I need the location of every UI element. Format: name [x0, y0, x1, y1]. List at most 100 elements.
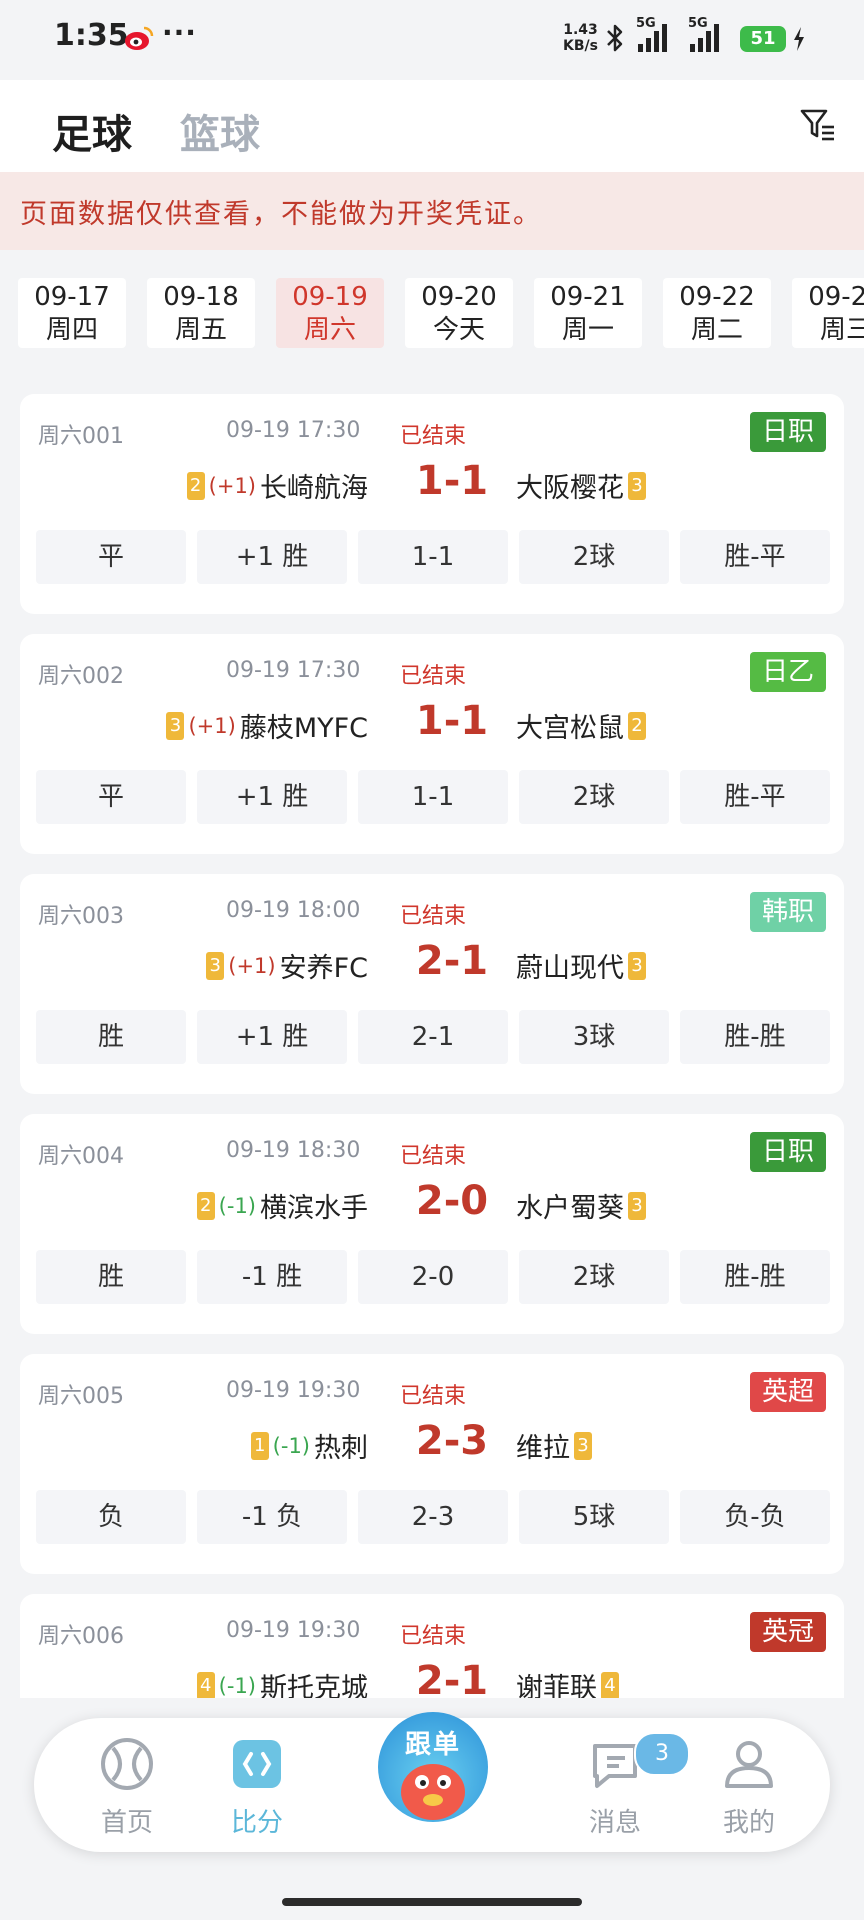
- match-status: 已结束: [400, 424, 467, 449]
- bottom-navigation: 首页 比分 跟单 消息 3 我的: [34, 1712, 830, 1852]
- date-tab-0918[interactable]: 09-18 周五: [147, 278, 255, 348]
- result-cells: 胜 +1 胜 2-1 3球 胜-胜: [36, 1010, 830, 1064]
- day-label: 周二: [690, 315, 743, 345]
- match-score: 1-1: [415, 698, 489, 744]
- away-team: 水户蜀葵 3: [516, 1186, 650, 1225]
- nav-profile[interactable]: 我的: [694, 1736, 804, 1839]
- result-cell: 2-1: [358, 1010, 508, 1064]
- match-time: 09-19 18:30: [226, 1138, 361, 1163]
- result-cell: 2-0: [358, 1250, 508, 1304]
- match-status: 已结束: [400, 664, 467, 689]
- home-rank: 3: [206, 951, 225, 980]
- date-tab-0917[interactable]: 09-17 周四: [18, 278, 126, 348]
- date-label: 09-17: [34, 282, 110, 312]
- match-code: 周六002: [38, 664, 124, 689]
- charging-icon: [794, 27, 804, 51]
- result-cell: 胜-平: [680, 770, 830, 824]
- result-cell: 负: [36, 1490, 186, 1544]
- result-cells: 胜 -1 胜 2-0 2球 胜-胜: [36, 1250, 830, 1304]
- date-label: 09-23: [808, 282, 864, 312]
- follow-button[interactable]: 跟单: [378, 1712, 488, 1822]
- net-speed-unit: KB/s: [563, 38, 598, 54]
- home-rank: 2: [196, 1191, 215, 1220]
- match-code: 周六006: [38, 1624, 124, 1649]
- nav-score[interactable]: 比分: [202, 1736, 312, 1839]
- home-team: 4 (-1) 斯托克城: [193, 1666, 368, 1698]
- weibo-icon: [125, 26, 154, 50]
- status-time: 1:35: [54, 18, 129, 53]
- result-cell: 2-3: [358, 1490, 508, 1544]
- away-team: 大宫松鼠 2: [516, 706, 650, 745]
- result-cell: 胜-胜: [680, 1010, 830, 1064]
- home-indicator[interactable]: [282, 1898, 582, 1906]
- away-team: 维拉 3: [516, 1426, 596, 1465]
- away-rank: 3: [628, 471, 646, 500]
- nav-profile-label: 我的: [722, 1808, 775, 1838]
- nav-home[interactable]: 首页: [72, 1736, 182, 1839]
- nav-score-label: 比分: [230, 1808, 283, 1838]
- away-rank: 3: [574, 1431, 592, 1460]
- match-time: 09-19 18:00: [226, 898, 361, 923]
- date-label: 09-22: [679, 282, 755, 312]
- date-label: 09-20: [421, 282, 497, 312]
- home-rank: 4: [196, 1671, 215, 1698]
- more-dots: ···: [162, 16, 197, 49]
- result-cell: +1 胜: [197, 770, 347, 824]
- away-team-name: 水户蜀葵: [516, 1193, 624, 1224]
- home-team: 2 (-1) 横滨水手: [193, 1186, 368, 1225]
- date-tab-0921[interactable]: 09-21 周一: [534, 278, 642, 348]
- handicap: (-1): [218, 1673, 256, 1698]
- match-score: 2-1: [415, 1658, 489, 1698]
- date-tab-0923[interactable]: 09-23 周三: [792, 278, 864, 348]
- home-team-name: 斯托克城: [260, 1673, 368, 1698]
- score-icon: [233, 1740, 281, 1788]
- result-cells: 平 +1 胜 1-1 2球 胜-平: [36, 530, 830, 584]
- date-label: 09-21: [550, 282, 626, 312]
- away-team: 大阪樱花 3: [516, 466, 650, 505]
- match-card[interactable]: 周六001 09-19 17:30 已结束 日职 2 (+1) 长崎航海 1-1…: [20, 394, 844, 614]
- match-card[interactable]: 周六003 09-19 18:00 已结束 韩职 3 (+1) 安养FC 2-1…: [20, 874, 844, 1094]
- league-badge: 日职: [749, 412, 826, 452]
- away-rank: 3: [628, 951, 646, 980]
- away-rank: 3: [628, 1191, 646, 1220]
- result-cell: +1 胜: [197, 1010, 347, 1064]
- match-time: 09-19 17:30: [226, 418, 361, 443]
- match-code: 周六003: [38, 904, 124, 929]
- result-cells: 负 -1 负 2-3 5球 负-负: [36, 1490, 830, 1544]
- away-team: 蔚山现代 3: [516, 946, 650, 985]
- result-cell: +1 胜: [197, 530, 347, 584]
- battery-indicator: 51: [740, 26, 786, 52]
- match-status: 已结束: [400, 1624, 467, 1649]
- home-rank: 3: [166, 711, 185, 740]
- net-speed: 1.43 KB/s: [563, 22, 598, 54]
- tab-basketball[interactable]: 篮球: [180, 102, 260, 160]
- signal-1-label: 5G: [636, 16, 656, 31]
- match-card[interactable]: 周六002 09-19 17:30 已结束 日乙 3 (+1) 藤枝MYFC 1…: [20, 634, 844, 854]
- match-card[interactable]: 周六004 09-19 18:30 已结束 日职 2 (-1) 横滨水手 2-0…: [20, 1114, 844, 1334]
- match-score: 2-0: [415, 1178, 489, 1224]
- football-icon: [101, 1738, 153, 1790]
- result-cell: 负-负: [680, 1490, 830, 1544]
- match-card[interactable]: 周六005 09-19 19:30 已结束 英超 1 (-1) 热刺 2-3 维…: [20, 1354, 844, 1574]
- date-label: 09-18: [163, 282, 239, 312]
- home-rank: 2: [186, 471, 205, 500]
- date-tab-0920[interactable]: 09-20 今天: [405, 278, 513, 348]
- top-header: 足球 篮球: [0, 80, 864, 172]
- result-cell: 胜: [36, 1250, 186, 1304]
- home-team: 2 (+1) 长崎航海: [183, 466, 368, 505]
- home-team-name: 安养FC: [279, 953, 368, 984]
- tab-football[interactable]: 足球: [52, 102, 132, 160]
- result-cell: 平: [36, 530, 186, 584]
- match-score: 2-1: [415, 938, 489, 984]
- home-team: 3 (+1) 安养FC: [202, 946, 368, 985]
- home-team: 3 (+1) 藤枝MYFC: [162, 706, 368, 745]
- date-tab-0919[interactable]: 09-19 周六: [276, 278, 384, 348]
- handicap: (+1): [228, 953, 276, 978]
- league-badge: 英冠: [749, 1612, 826, 1652]
- match-time: 09-19 19:30: [226, 1618, 361, 1643]
- match-card[interactable]: 周六006 09-19 19:30 已结束 英冠 4 (-1) 斯托克城 2-1…: [20, 1594, 844, 1698]
- date-tab-0922[interactable]: 09-22 周二: [663, 278, 771, 348]
- away-team-name: 大阪樱花: [516, 473, 624, 504]
- filter-icon[interactable]: [800, 108, 836, 142]
- match-status: 已结束: [400, 1384, 467, 1409]
